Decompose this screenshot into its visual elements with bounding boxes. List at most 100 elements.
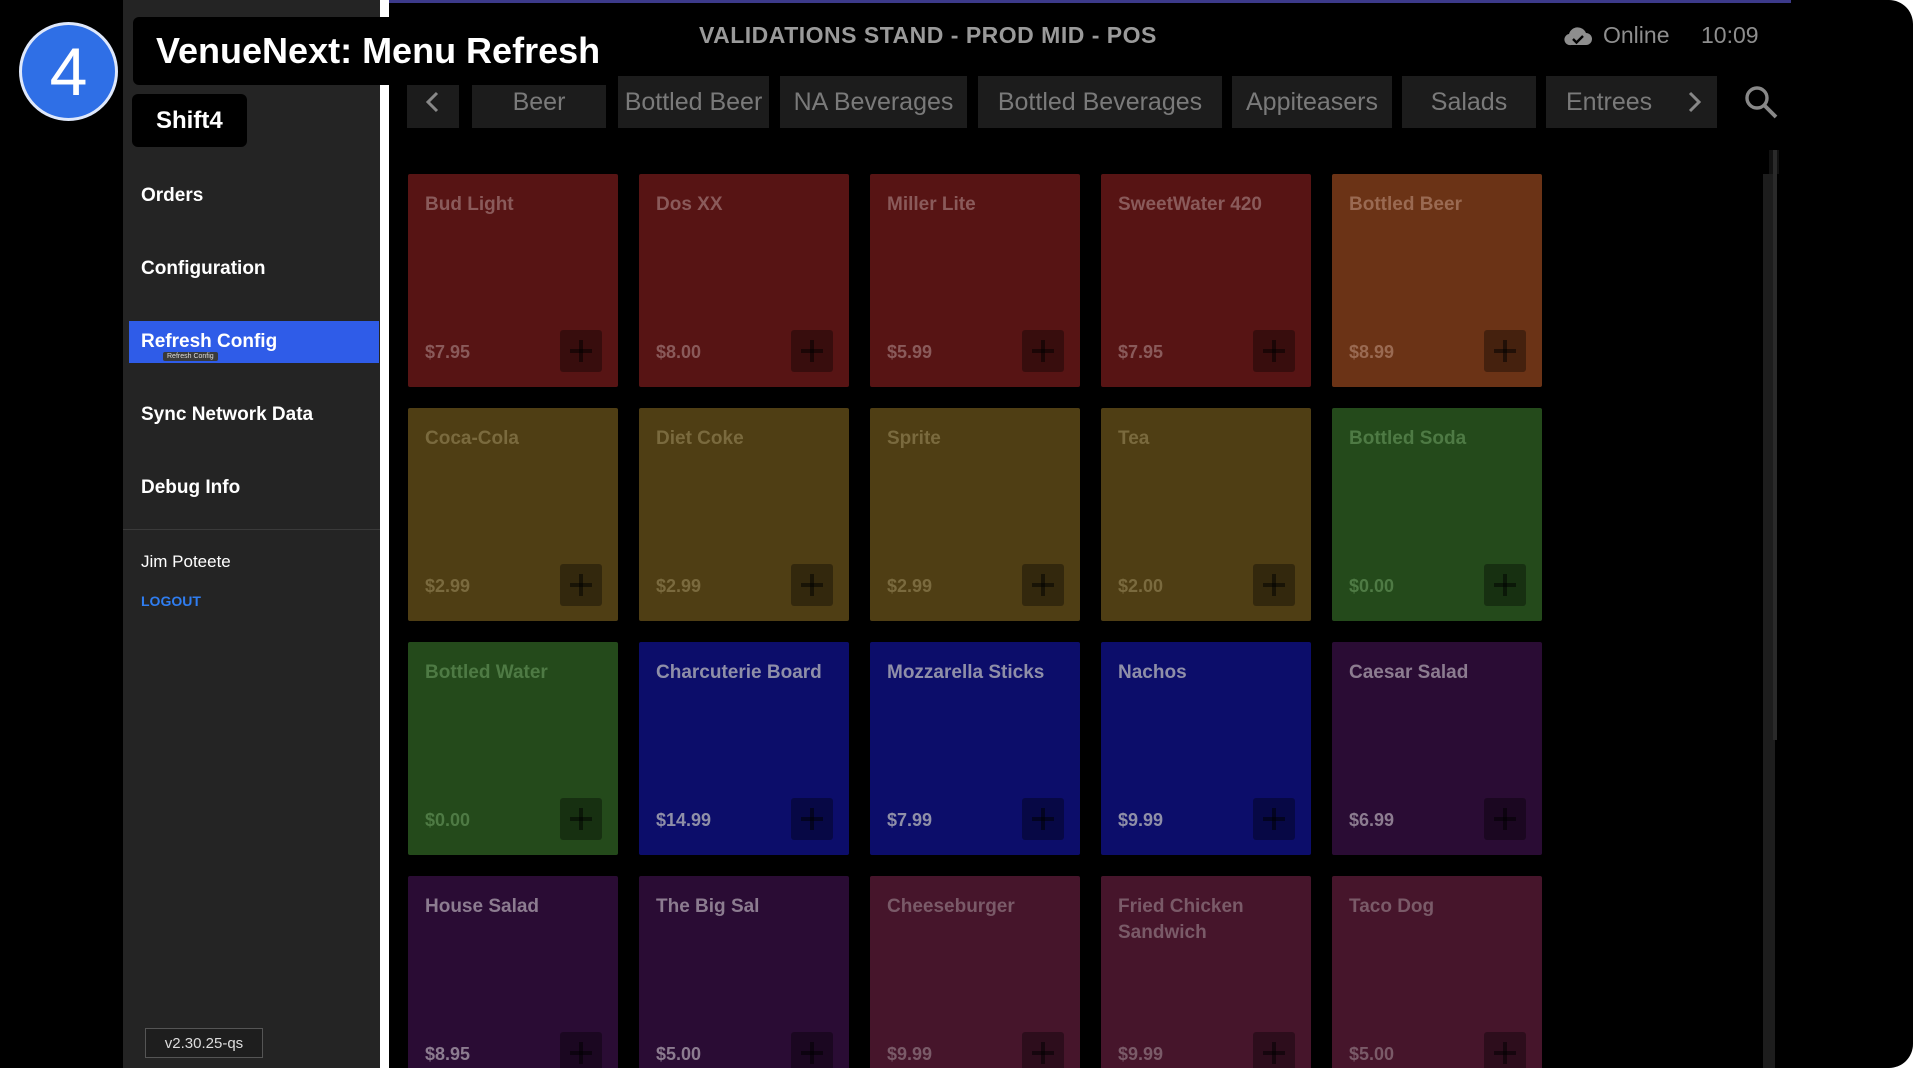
menu-item-tile[interactable]: SweetWater 420 $7.95 [1101,174,1311,387]
menu-item-tile[interactable]: Caesar Salad $6.99 [1332,642,1542,855]
menu-item-tile[interactable]: Bottled Soda $0.00 [1332,408,1542,621]
menu-item-name: Cheeseburger [887,896,1015,917]
add-item-icon[interactable] [1253,1032,1295,1068]
add-item-icon[interactable] [791,564,833,606]
add-item-icon[interactable] [1253,798,1295,840]
clock: 10:09 [1701,22,1759,48]
menu-item-name: Bottled Water [425,662,548,683]
category-tab-entrees[interactable]: Entrees [1546,76,1680,128]
menu-item-tile[interactable]: Nachos $9.99 [1101,642,1311,855]
sidebar-item-label: Sync Network Data [141,404,314,425]
category-tab-salads[interactable]: Salads [1402,76,1536,128]
menu-item-price: $8.95 [425,1044,471,1064]
menu-item-price: $7.95 [1118,342,1164,362]
menu-item-name: Fried Chicken Sandwich [1118,896,1244,943]
add-item-icon[interactable] [791,330,833,372]
menu-item-price: $7.95 [425,342,471,362]
status-text: Online [1603,22,1670,48]
tutorial-title: VenueNext: Menu Refresh [133,17,613,85]
menu-item-tile[interactable]: Dos XX $8.00 [639,174,849,387]
sidebar-item-sync-network-data[interactable]: Sync Network Data [123,394,379,436]
sidebar-item-debug-info[interactable]: Debug Info [123,467,379,509]
chevron-right-icon [1688,91,1702,113]
category-tab-bottled-beverages[interactable]: Bottled Beverages [978,76,1222,128]
menu-item-name: Tea [1118,428,1150,449]
add-item-icon[interactable] [1253,564,1295,606]
menu-item-price: $7.99 [887,810,933,830]
menu-item-tile[interactable]: Mozzarella Sticks $7.99 [870,642,1080,855]
add-item-icon[interactable] [1022,564,1064,606]
menu-item-tile[interactable]: Diet Coke $2.99 [639,408,849,621]
add-item-icon[interactable] [1484,330,1526,372]
scroll-thumb[interactable] [1773,150,1777,740]
menu-item-tile[interactable]: Bottled Beer $8.99 [1332,174,1542,387]
menu-item-price: $5.99 [887,342,933,362]
menu-item-name: Bottled Soda [1349,428,1467,449]
add-item-icon[interactable] [791,1032,833,1068]
menu-item-tile[interactable]: Bottled Water $0.00 [408,642,618,855]
sidebar-item-label: Refresh Config [141,331,278,352]
menu-item-name: Diet Coke [656,428,744,449]
menu-item-tile[interactable]: Fried Chicken Sandwich $9.99 [1101,876,1311,1068]
menu-item-price: $2.99 [887,576,933,596]
menu-item-tile[interactable]: Miller Lite $5.99 [870,174,1080,387]
sidebar-edge [380,0,389,1068]
category-tab-appiteasers[interactable]: Appiteasers [1232,76,1392,128]
menu-item-price: $9.99 [887,1044,933,1064]
add-item-icon[interactable] [1022,798,1064,840]
frame-edge-dark [1791,0,1913,1068]
menu-item-name: Sprite [887,428,941,449]
add-item-icon[interactable] [560,798,602,840]
stand-title: VALIDATIONS STAND - PROD MID - POS [699,22,1157,48]
category-next-button[interactable] [1671,76,1717,128]
tutorial-subtitle: Shift4 [132,94,247,147]
menu-item-name: Nachos [1118,662,1187,683]
category-bar: Beer Bottled Beer NA Beverages Bottled B… [407,76,1781,128]
category-tab-bottled-beer[interactable]: Bottled Beer [618,76,769,128]
menu-item-price: $5.00 [656,1044,702,1064]
category-tab-na-beverages[interactable]: NA Beverages [780,76,967,128]
menu-item-name: House Salad [425,896,540,917]
menu-item-tile[interactable]: House Salad $8.95 [408,876,618,1068]
top-accent-strip [389,0,1791,3]
menu-item-name: SweetWater 420 [1118,194,1262,215]
menu-item-price: $2.99 [425,576,471,596]
add-item-icon[interactable] [1484,1032,1526,1068]
menu-item-name: Bottled Beer [1349,194,1462,215]
menu-item-tile[interactable]: Taco Dog $5.00 [1332,876,1542,1068]
add-item-icon[interactable] [1484,798,1526,840]
connection-status: Online [1563,22,1669,49]
menu-item-tile[interactable]: The Big Sal $5.00 [639,876,849,1068]
step-badge: 4 [19,22,118,121]
sidebar: Q M Orders Configuration Refresh Config … [123,0,381,1068]
sidebar-item-label: Debug Info [141,477,241,498]
logout-link[interactable]: LOGOUT [141,593,201,609]
search-icon[interactable] [1743,84,1779,120]
tooltip: Refresh Config [163,352,218,361]
add-item-icon[interactable] [791,798,833,840]
add-item-icon[interactable] [560,1032,602,1068]
add-item-icon[interactable] [1022,330,1064,372]
menu-item-name: Charcuterie Board [656,662,822,683]
menu-item-price: $14.99 [656,810,712,830]
menu-item-name: Mozzarella Sticks [887,662,1045,683]
add-item-icon[interactable] [1253,330,1295,372]
add-item-icon[interactable] [1022,1032,1064,1068]
sidebar-item-configuration[interactable]: Configuration [123,248,379,290]
menu-item-tile[interactable]: Tea $2.00 [1101,408,1311,621]
menu-item-tile[interactable]: Sprite $2.99 [870,408,1080,621]
menu-item-tile[interactable]: Bud Light $7.95 [408,174,618,387]
add-item-icon[interactable] [1484,564,1526,606]
menu-item-tile[interactable]: Coca-Cola $2.99 [408,408,618,621]
menu-item-tile[interactable]: Cheeseburger $9.99 [870,876,1080,1068]
sidebar-item-label: Orders [141,185,204,206]
menu-item-name: Miller Lite [887,194,976,215]
add-item-icon[interactable] [560,564,602,606]
menu-item-price: $2.99 [656,576,702,596]
menu-item-name: Bud Light [425,194,514,215]
menu-item-tile[interactable]: Charcuterie Board $14.99 [639,642,849,855]
sidebar-item-orders[interactable]: Orders [123,175,379,217]
cloud-check-icon [1564,26,1592,45]
user-name: Jim Poteete [141,552,231,571]
add-item-icon[interactable] [560,330,602,372]
